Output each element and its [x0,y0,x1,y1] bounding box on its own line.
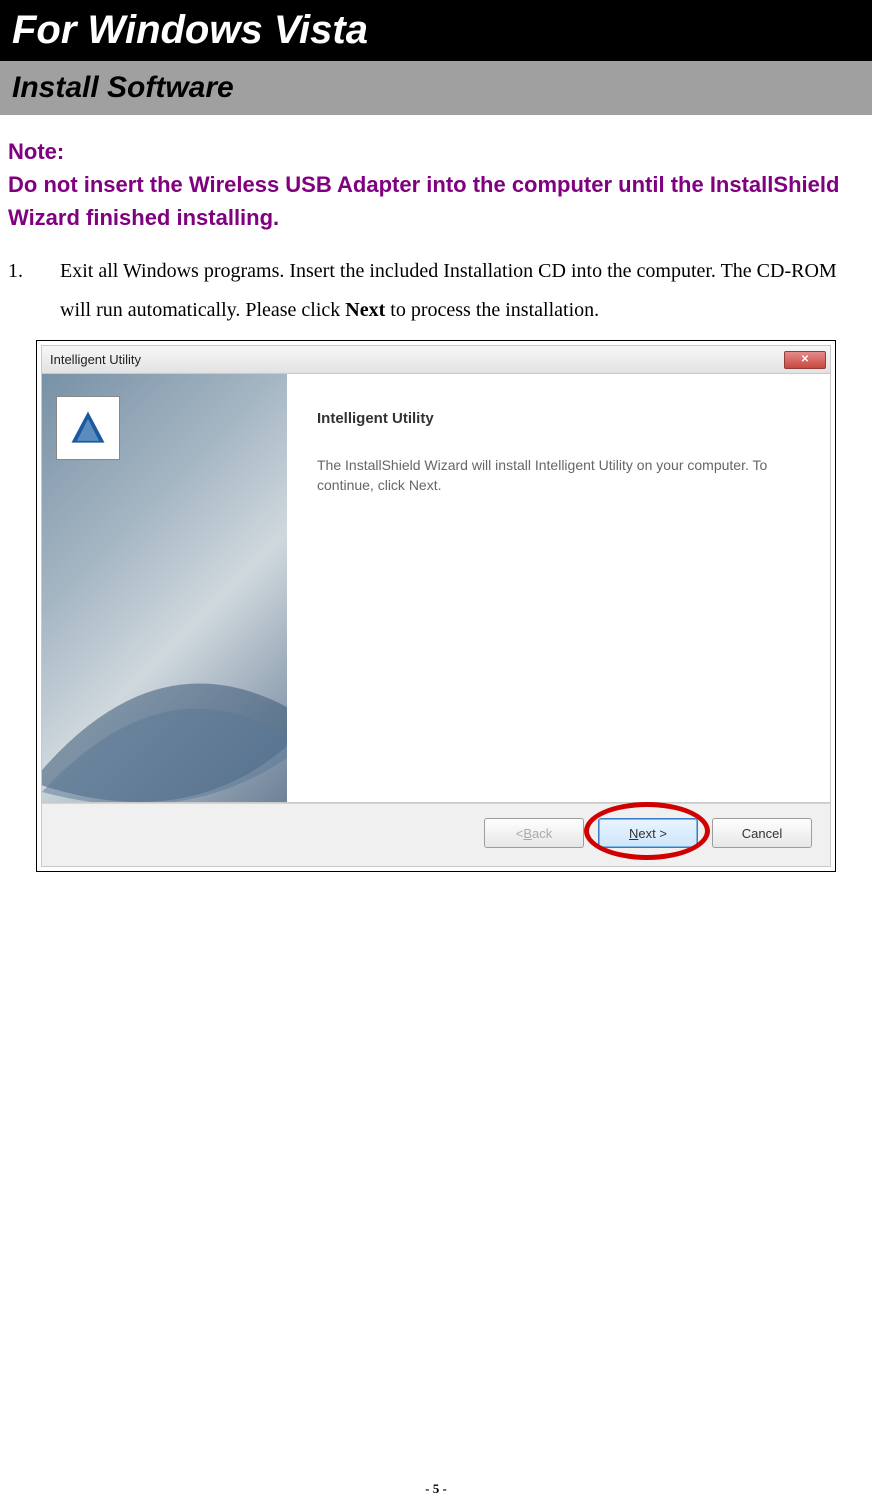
dialog-body: Intelligent Utility The InstallShield Wi… [41,373,831,803]
step-text-bold: Next [345,299,385,321]
note-body: Do not insert the Wireless USB Adapter i… [8,168,864,234]
back-button[interactable]: < Back [484,818,584,848]
dialog-title: Intelligent Utility [50,352,141,367]
dialog-footer: < Back Next > Cancel [41,803,831,867]
page-title: For Windows Vista [12,8,860,53]
page-content: Note: Do not insert the Wireless USB Ada… [0,115,872,872]
installer-logo [56,396,120,460]
dialog-main: Intelligent Utility The InstallShield Wi… [287,374,830,802]
close-icon: ✕ [801,354,809,365]
cancel-label: Cancel [742,826,782,841]
step-1: 1. Exit all Windows programs. Insert the… [8,252,864,330]
next-button[interactable]: Next > [598,818,698,848]
page-number: - 5 - [0,1481,872,1497]
close-button[interactable]: ✕ [784,351,826,369]
step-text-after: to process the installation. [385,299,599,321]
dialog-heading: Intelligent Utility [317,410,800,427]
installer-dialog: Intelligent Utility ✕ [41,345,831,867]
dialog-description: The InstallShield Wizard will install In… [317,455,800,496]
cancel-button[interactable]: Cancel [712,818,812,848]
step-text: Exit all Windows programs. Insert the in… [60,252,864,330]
step-number: 1. [8,252,60,330]
next-access: N [629,826,638,841]
note-block: Note: Do not insert the Wireless USB Ada… [8,135,864,234]
back-access: B [523,826,532,841]
back-suffix: ack [532,826,552,841]
note-label: Note: [8,135,864,168]
dialog-titlebar: Intelligent Utility ✕ [41,345,831,373]
next-suffix: ext > [638,826,667,841]
dialog-sidebar [42,374,287,802]
sidebar-decorative-shape [42,522,287,802]
installshield-icon [66,406,110,450]
page-title-bar: For Windows Vista [0,0,872,61]
screenshot-container: Intelligent Utility ✕ [36,340,836,872]
back-prefix: < [516,826,524,841]
page-subtitle: Install Software [12,71,860,105]
page-subtitle-bar: Install Software [0,61,872,115]
